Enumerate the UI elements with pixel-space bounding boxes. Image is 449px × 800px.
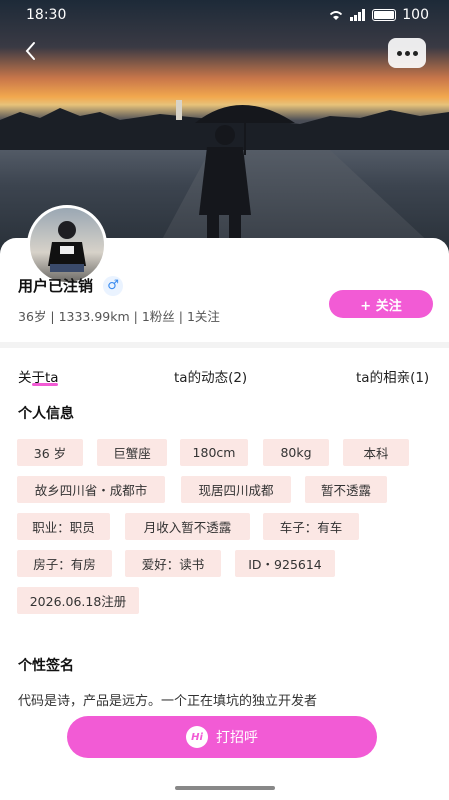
status-time: 18:30 <box>26 7 67 23</box>
tag-house: 房子：有房 <box>17 550 112 577</box>
back-button[interactable] <box>18 38 44 64</box>
hi-icon: Hi <box>186 726 208 748</box>
dot-icon <box>412 50 418 56</box>
tag-education: 本科 <box>343 439 409 466</box>
avatar[interactable] <box>27 205 107 285</box>
status-icons: 100 <box>328 7 429 23</box>
chevron-left-icon <box>25 42 35 60</box>
greet-button-label: 打招呼 <box>216 730 258 746</box>
battery-level: 100 <box>402 7 429 23</box>
person-with-umbrella <box>195 105 295 245</box>
follow-button[interactable]: + 关注 <box>329 290 433 318</box>
active-tab-indicator <box>32 383 58 386</box>
battery-icon <box>372 9 397 21</box>
greet-button[interactable]: Hi 打招呼 <box>67 716 377 758</box>
dot-icon <box>396 50 402 56</box>
signal-icon <box>350 9 366 21</box>
tab-moments[interactable]: ta的动态(2) <box>174 366 247 386</box>
tag-hometown: 故乡四川省・成都市 <box>17 476 165 503</box>
user-meta: 36岁 | 1333.99km | 1粉丝 | 1关注 <box>18 309 220 324</box>
tag-weight: 80kg <box>263 439 329 466</box>
wifi-icon <box>330 11 343 20</box>
male-icon: ♂ <box>103 275 124 296</box>
status-bar: 18:30 100 <box>0 0 449 30</box>
home-indicator <box>175 786 275 790</box>
name-row: 用户已注销 ♂ <box>18 275 124 296</box>
tag-income: 月收入暂不透露 <box>125 513 250 540</box>
section-divider <box>0 342 449 348</box>
profile-tabs: 关于ta ta的动态(2) ta的相亲(1) <box>18 366 434 388</box>
tag-age: 36 岁 <box>17 439 83 466</box>
tag-height: 180cm <box>180 439 248 466</box>
tag-car: 车子：有车 <box>263 513 359 540</box>
tag-id: ID・925614 <box>235 550 335 577</box>
signature-text: 代码是诗，产品是远方。一个正在填坑的独立开发者 <box>18 694 318 709</box>
tag-hobby: 爱好：读书 <box>125 550 221 577</box>
user-name: 用户已注销 <box>18 277 94 295</box>
more-button[interactable] <box>388 38 426 68</box>
dot-icon <box>404 50 410 56</box>
tag-registered: 2026.06.18注册 <box>17 587 139 614</box>
tag-residence: 现居四川成都 <box>181 476 291 503</box>
tag-undisclosed: 暂不透露 <box>305 476 387 503</box>
personal-info-title: 个人信息 <box>18 406 74 422</box>
tag-zodiac: 巨蟹座 <box>97 439 167 466</box>
tag-occupation: 职业：职员 <box>17 513 110 540</box>
signature-title: 个性签名 <box>18 658 74 674</box>
tab-matchmaking[interactable]: ta的相亲(1) <box>356 366 429 386</box>
avatar-photo <box>48 221 86 272</box>
